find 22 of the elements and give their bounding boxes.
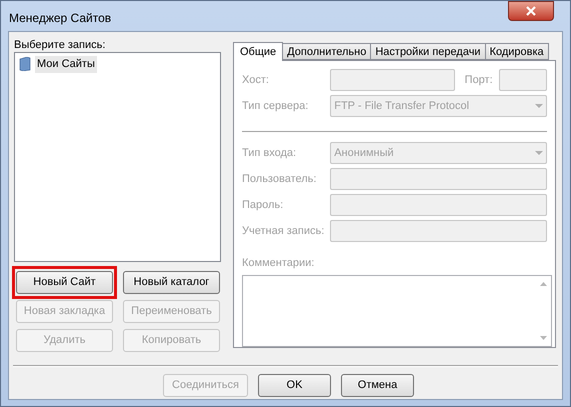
field-label: Хост: bbox=[242, 72, 270, 88]
field-label: Пароль: bbox=[242, 198, 284, 213]
tab[interactable]: Дополнительно bbox=[283, 43, 372, 60]
field-label: Тип входа: bbox=[242, 146, 298, 161]
field-label: Пользователь: bbox=[242, 172, 318, 187]
entries-label: Выберите запись: bbox=[14, 38, 106, 52]
dropdown-value: FTP - File Transfer Protocol bbox=[334, 98, 470, 114]
button[interactable]: Новый каталог bbox=[123, 271, 220, 294]
field-label: Порт: bbox=[464, 72, 494, 88]
field-label: Учетная запись: bbox=[242, 224, 326, 239]
tab[interactable]: Настройки передачи bbox=[371, 43, 486, 60]
comments-label: Комментарии: bbox=[242, 256, 316, 269]
site-tree[interactable]: Мои Сайты bbox=[14, 52, 221, 262]
tab[interactable]: Кодировка bbox=[486, 43, 549, 60]
dropdown-value: Анонимный bbox=[334, 146, 394, 161]
button[interactable]: OK bbox=[258, 374, 331, 397]
tree-item[interactable]: Мои Сайты bbox=[35, 56, 97, 72]
button[interactable]: Отмена bbox=[341, 374, 414, 397]
field-label: Тип сервера: bbox=[242, 98, 310, 114]
window-title: Менеджер Сайтов bbox=[9, 10, 112, 27]
button[interactable]: Новый Сайт bbox=[16, 271, 113, 294]
tab[interactable]: Общие bbox=[233, 42, 284, 61]
